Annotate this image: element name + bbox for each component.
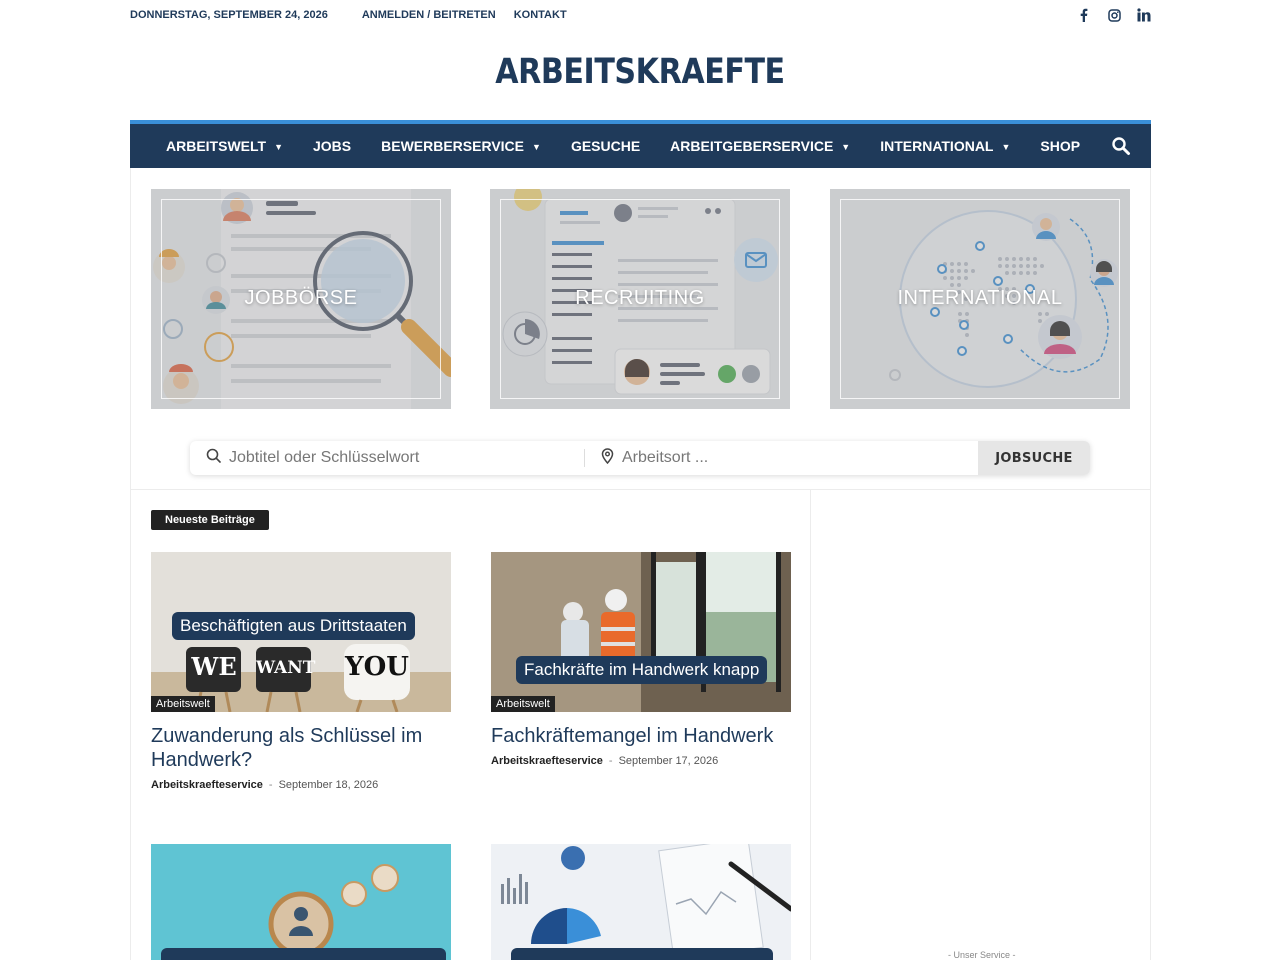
image-banner: Fachkräfte im Handwerk knapp	[516, 656, 768, 684]
location-field	[585, 441, 978, 475]
post-date: September 17, 2026	[618, 755, 719, 767]
nav-item-jobs[interactable]: JOBS	[313, 138, 351, 154]
site-logo[interactable]: ARBEITSKRAEFTE	[90, 52, 1191, 92]
top-bar: DONNERSTAG, SEPTEMBER 24, 2026 ANMELDEN …	[130, 0, 1151, 30]
linkedin-icon[interactable]	[1137, 8, 1151, 22]
post-image[interactable]: Fachkräfte im Handwerk knapp Arbeitswelt	[491, 552, 791, 712]
chevron-down-icon: ▼	[841, 142, 851, 152]
post-image[interactable]	[151, 844, 451, 960]
tile-label: JOBBÖRSE	[244, 287, 358, 309]
post-date: September 18, 2026	[278, 779, 379, 791]
chevron-down-icon: ▼	[532, 142, 541, 152]
keyword-field	[190, 448, 585, 468]
tile-label: RECRUITING	[575, 287, 705, 309]
section-title: Neueste Beiträge	[151, 510, 269, 530]
login-link[interactable]: ANMELDEN / BEITRETEN	[362, 9, 496, 21]
keyword-input[interactable]	[229, 449, 559, 467]
chevron-down-icon: ▼	[1001, 142, 1011, 152]
search-icon[interactable]	[1111, 136, 1131, 156]
category-badge[interactable]: Arbeitswelt	[151, 696, 215, 712]
image-word-we: WE	[191, 652, 237, 681]
tile-label: INTERNATIONAL	[897, 287, 1063, 309]
image-word-you: YOU	[345, 652, 409, 682]
tile-jobboerse[interactable]: JOBBÖRSE	[151, 189, 451, 409]
nav-item-arbeitgeberservice[interactable]: ARBEITGEBERSERVICE ▼	[670, 138, 850, 154]
image-banner: Beschäftigten aus Drittstaaten	[172, 612, 415, 640]
tile-international[interactable]: INTERNATIONAL	[830, 189, 1130, 409]
post-image[interactable]	[491, 844, 791, 960]
main-nav: ARBEITSWELT ▼ JOBS BEWERBERSERVICE ▼ GESUC…	[130, 120, 1151, 168]
facebook-icon[interactable]	[1077, 8, 1091, 22]
job-search-bar: JOBSUCHE	[190, 441, 1090, 475]
location-pin-icon	[601, 447, 614, 469]
post-author[interactable]: Arbeitskraefteservice	[491, 755, 603, 767]
post-title[interactable]: Fachkräftemangel im Handwerk	[491, 724, 791, 748]
nav-item-international[interactable]: INTERNATIONAL ▼	[880, 138, 1010, 154]
nav-item-bewerberservice[interactable]: BEWERBERSERVICE ▼	[381, 138, 541, 154]
contact-link[interactable]: KONTAKT	[514, 9, 567, 21]
nav-item-gesuche[interactable]: GESUCHE	[571, 138, 640, 154]
image-word-want: WANT	[256, 658, 316, 678]
social-links	[1077, 8, 1151, 22]
jobsearch-button[interactable]: JOBSUCHE	[978, 441, 1090, 475]
location-input[interactable]	[622, 449, 952, 467]
post-meta: Arbeitskraefteservice - September 18, 2026	[151, 779, 379, 791]
sidebar-service-note: - Unser Service -	[948, 950, 1016, 960]
post-author[interactable]: Arbeitskraefteservice	[151, 779, 263, 791]
post-title[interactable]: Zuwanderung als Schlüssel im Handwerk?	[151, 724, 451, 772]
category-badge[interactable]: Arbeitswelt	[491, 696, 555, 712]
nav-item-shop[interactable]: SHOP	[1040, 138, 1080, 154]
current-date: DONNERSTAG, SEPTEMBER 24, 2026	[130, 9, 328, 21]
tile-recruiting[interactable]: RECRUITING	[490, 189, 790, 409]
chevron-down-icon: ▼	[274, 142, 283, 152]
nav-item-arbeitswelt[interactable]: ARBEITSWELT ▼	[166, 138, 283, 154]
search-icon	[206, 448, 221, 468]
instagram-icon[interactable]	[1107, 8, 1121, 22]
post-image[interactable]: WE WANT YOU Beschäftigten aus Drittstaat…	[151, 552, 451, 712]
post-meta: Arbeitskraefteservice - September 17, 2026	[491, 755, 719, 767]
